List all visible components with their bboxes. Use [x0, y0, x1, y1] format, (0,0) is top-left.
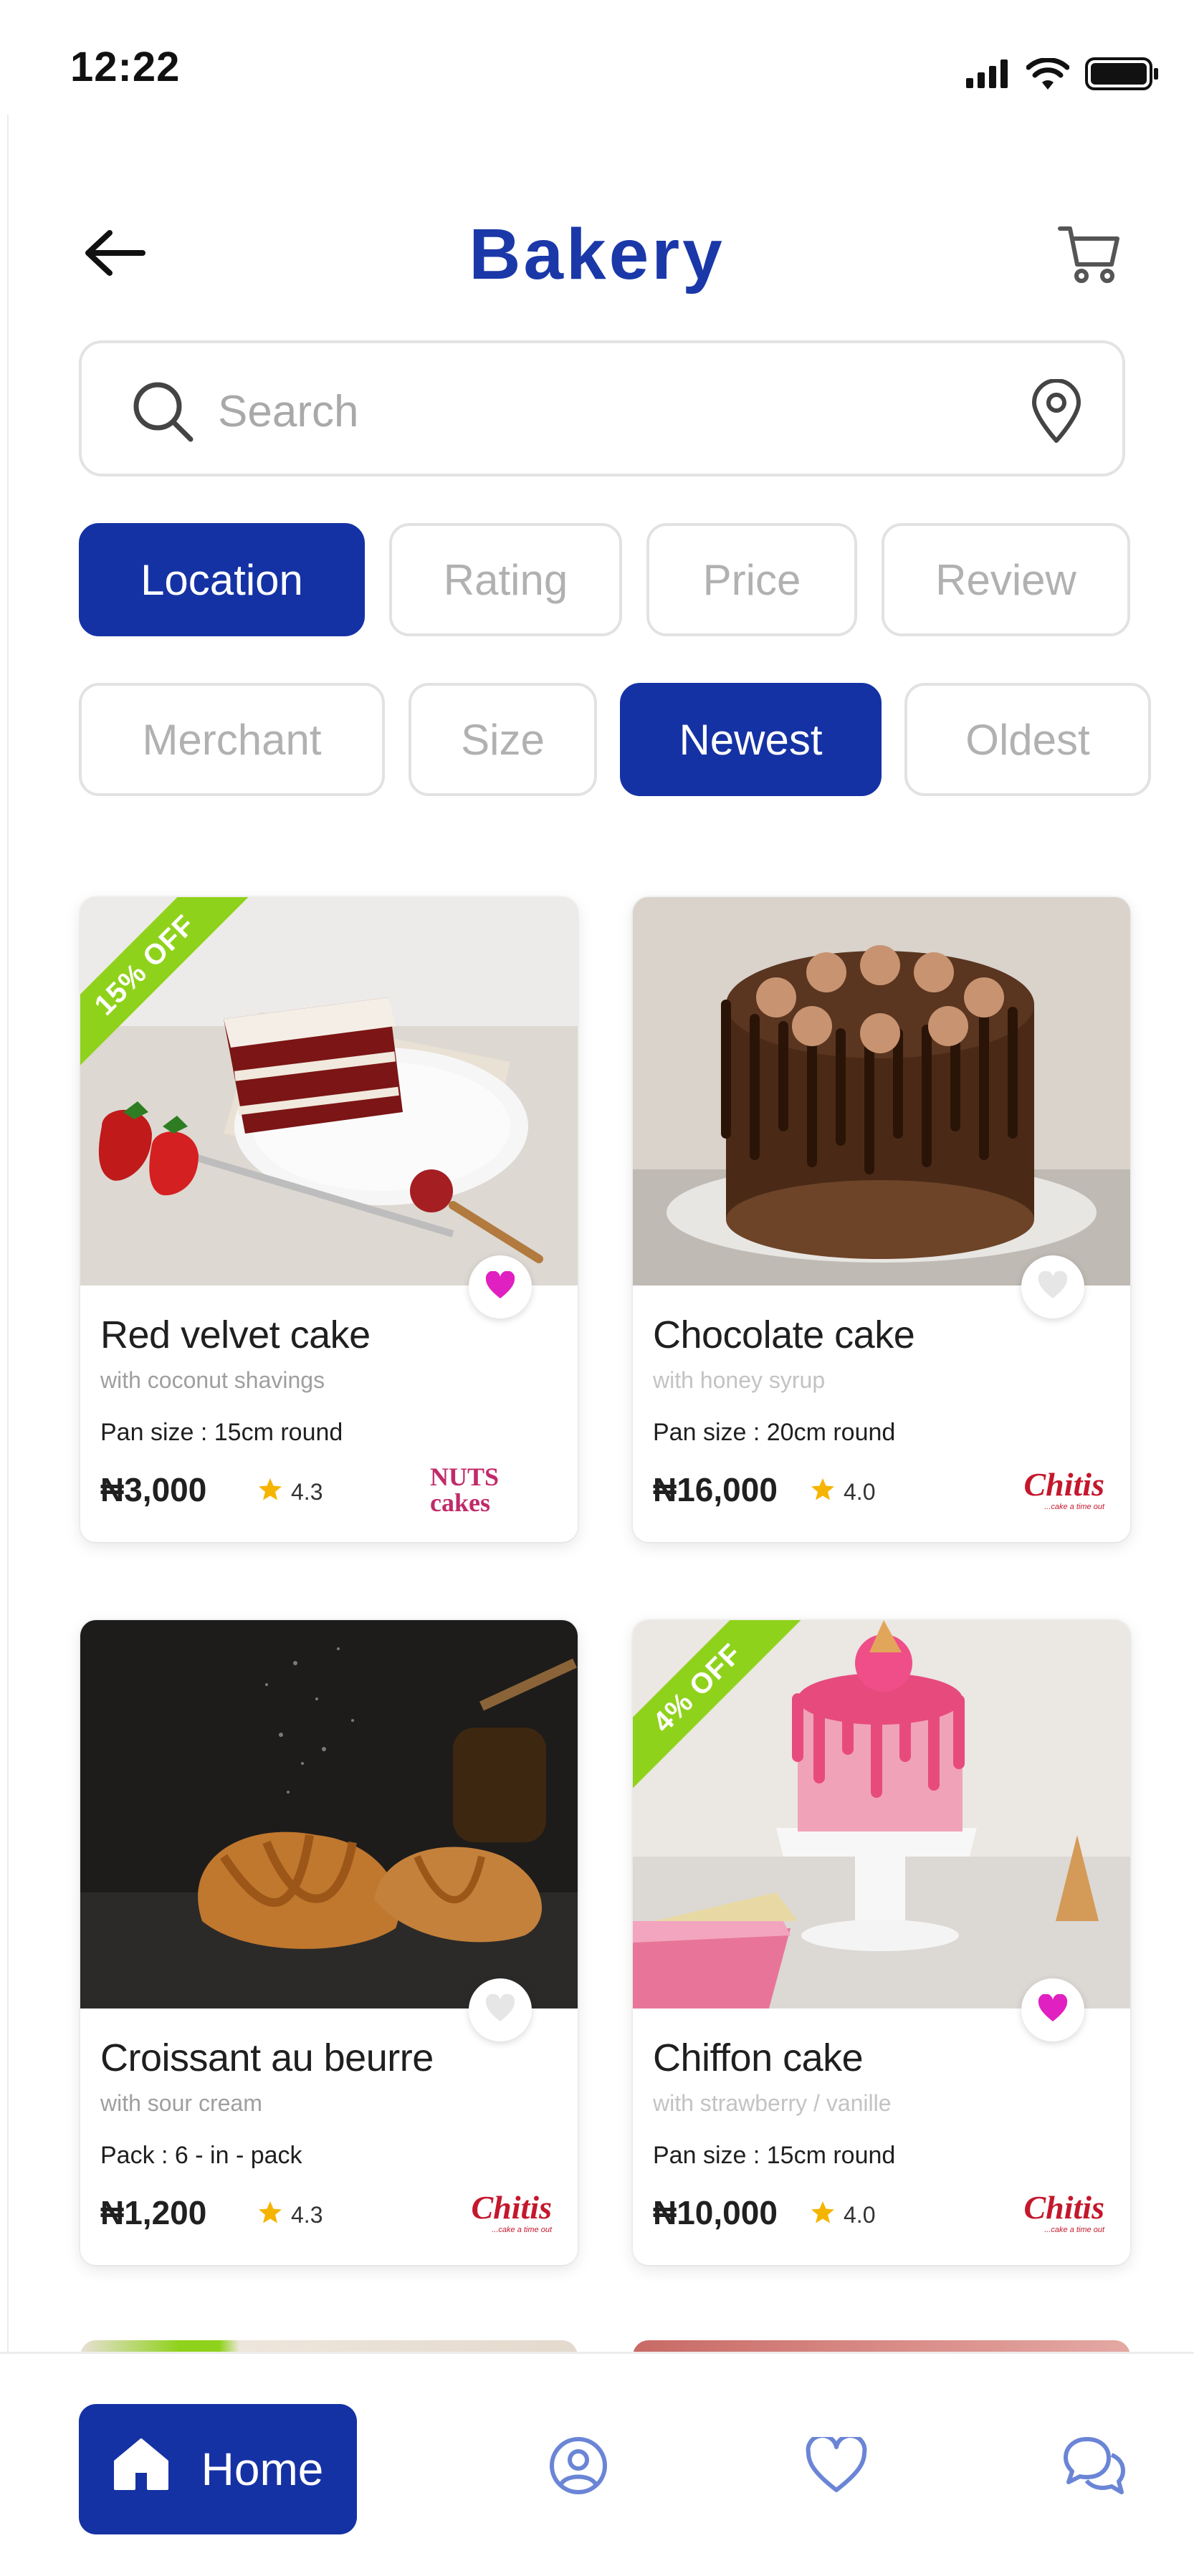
product-detail: Pan size : 15cm round [653, 2142, 896, 2169]
heart-icon [1037, 1993, 1069, 2026]
product-card-chocolate[interactable]: Chocolate cake with honey syrup Pan size… [633, 897, 1130, 1542]
star-icon [811, 1478, 835, 1506]
merchant-tagline: ...cake a time out [1044, 1503, 1104, 1511]
filter-chip-merchant[interactable]: Merchant [79, 683, 385, 796]
merchant-tagline: ...cake a time out [492, 2226, 552, 2234]
product-subtitle: with coconut shavings [100, 1367, 325, 1393]
bottom-nav: Home [0, 2352, 1194, 2576]
profile-icon [548, 2436, 608, 2499]
nav-home-button[interactable]: Home [79, 2404, 357, 2534]
divider [7, 115, 9, 2465]
product-name: Red velvet cake [100, 1313, 371, 1356]
home-icon [113, 2437, 170, 2502]
filter-chip-size[interactable]: Size [409, 683, 597, 796]
status-icons [966, 57, 1160, 94]
favorite-button[interactable] [469, 1978, 532, 2041]
heart-icon [1037, 1270, 1069, 1303]
heart-icon [484, 1270, 516, 1303]
favorite-button[interactable] [469, 1255, 532, 1318]
product-name: Croissant au beurre [100, 2036, 434, 2079]
product-price: ₦3,000 [100, 1471, 207, 1508]
wifi-icon [1026, 57, 1070, 93]
cart-button[interactable] [1054, 219, 1125, 291]
nav-chat-button[interactable] [1059, 2431, 1130, 2503]
product-subtitle: with strawberry / vanille [653, 2090, 892, 2116]
product-image [80, 1620, 578, 2008]
page-title: Bakery [469, 214, 725, 295]
filter-chip-newest[interactable]: Newest [620, 683, 882, 796]
product-card-chiffon[interactable]: 4% OFF Chiffon cake with strawberry / va… [633, 1620, 1130, 2265]
filter-chip-location[interactable]: Location [79, 523, 365, 636]
merchant-logo: Chitis ...cake a time out [430, 2180, 552, 2245]
star-icon [258, 2201, 282, 2229]
filter-chip-oldest[interactable]: Oldest [904, 683, 1151, 796]
merchant-logo: NUTS cakes [430, 1457, 552, 1522]
product-subtitle: with sour cream [100, 2090, 262, 2116]
nav-favorites-button[interactable] [801, 2431, 872, 2503]
merchant-name: NUTS cakes [430, 1462, 500, 1517]
rating-value: 4.0 [844, 2201, 876, 2228]
product-card-red-velvet[interactable]: 15% OFF Red velvet cake with coconut sha… [80, 897, 578, 1542]
heart-icon [805, 2433, 868, 2498]
filter-chip-rating[interactable]: Rating [389, 523, 622, 636]
status-bar: 12:22 [0, 0, 1194, 107]
battery-icon [1085, 57, 1160, 94]
product-card-croissant[interactable]: Croissant au beurre with sour cream Pack… [80, 1620, 578, 2265]
filter-chip-review[interactable]: Review [882, 523, 1130, 636]
merchant-logo: Chitis ...cake a time out [983, 1457, 1104, 1522]
product-price: ₦16,000 [653, 1471, 778, 1508]
merchant-name: Chitis [1023, 1466, 1104, 1503]
heart-icon [484, 1993, 516, 2026]
nav-home-label: Home [201, 2443, 324, 2495]
product-image [633, 897, 1130, 1285]
search-icon [130, 379, 195, 444]
rating-value: 4.3 [291, 2201, 323, 2228]
product-detail: Pan size : 20cm round [653, 1419, 896, 1446]
rating-value: 4.3 [291, 1478, 323, 1505]
status-time: 12:22 [70, 44, 181, 90]
merchant-logo: Chitis ...cake a time out [983, 2180, 1104, 2245]
merchant-tagline: ...cake a time out [1044, 2226, 1104, 2234]
star-icon [258, 1478, 282, 1506]
product-rating: 4.3 [258, 1478, 323, 1506]
header: Bakery [0, 201, 1194, 308]
signal-icon [966, 59, 1011, 92]
cart-icon [1057, 221, 1122, 289]
product-name: Chocolate cake [653, 1313, 915, 1356]
product-rating: 4.0 [811, 2201, 875, 2229]
product-subtitle: with honey syrup [653, 1367, 826, 1393]
nav-profile-button[interactable] [543, 2431, 614, 2503]
product-price: ₦1,200 [100, 2194, 207, 2231]
rating-value: 4.0 [844, 1478, 876, 1505]
product-price: ₦10,000 [653, 2194, 778, 2231]
merchant-name: Chitis [1023, 2189, 1104, 2226]
star-icon [811, 2201, 835, 2229]
search-input[interactable] [218, 372, 1006, 451]
search-bar [79, 340, 1125, 477]
product-detail: Pan size : 15cm round [100, 1419, 343, 1446]
product-name: Chiffon cake [653, 2036, 864, 2079]
product-detail: Pack : 6 - in - pack [100, 2142, 302, 2169]
chat-icon [1061, 2435, 1127, 2500]
location-pin-icon[interactable] [1021, 375, 1092, 447]
merchant-name: Chitis [471, 2189, 552, 2226]
filter-chip-price[interactable]: Price [646, 523, 857, 636]
product-rating: 4.0 [811, 1478, 875, 1506]
favorite-button[interactable] [1021, 1978, 1084, 2041]
product-rating: 4.3 [258, 2201, 323, 2229]
favorite-button[interactable] [1021, 1255, 1084, 1318]
